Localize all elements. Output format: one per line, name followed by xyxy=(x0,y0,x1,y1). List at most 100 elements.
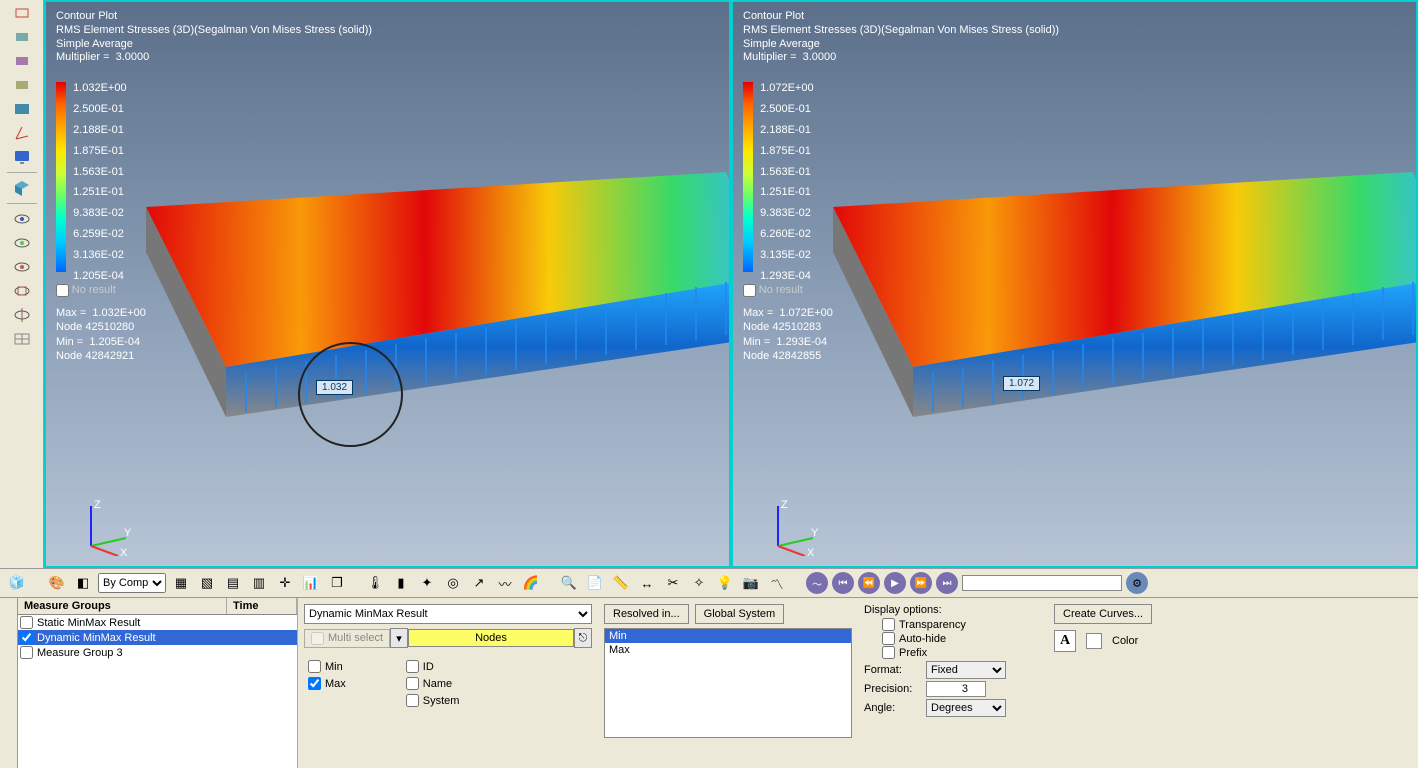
section-icon[interactable]: ✂ xyxy=(662,572,684,594)
axis-triad: Z Y X xyxy=(763,496,823,556)
light-icon[interactable]: 💡 xyxy=(714,572,736,594)
transparency-checkbox[interactable]: Transparency xyxy=(882,618,1042,631)
style-1-icon[interactable]: ▦ xyxy=(170,572,192,594)
mg-checkbox[interactable] xyxy=(20,646,33,659)
id-checkbox[interactable]: ID xyxy=(406,658,460,675)
chart-icon[interactable]: 📊 xyxy=(300,572,322,594)
angle-select[interactable]: Degrees xyxy=(926,699,1006,717)
result-toolbar: 🧊 🎨 ◧ By Comp ▦ ▧ ▤ ▥ ✛ 📊 ❐ 🌡 ▮ ✦ ◎ ↗ 〰 … xyxy=(0,568,1418,598)
overlay-header: Contour Plot RMS Element Stresses (3D)(S… xyxy=(743,10,1059,65)
eye-section-icon[interactable] xyxy=(9,304,35,326)
viewports-container: 1.032 Contour Plot RMS Element Stresses … xyxy=(44,0,1418,568)
list-item[interactable]: Max xyxy=(605,643,851,657)
color-swatch[interactable] xyxy=(1086,633,1102,649)
cube-icon[interactable]: ◧ xyxy=(72,572,94,594)
monitor-icon[interactable] xyxy=(9,146,35,168)
plane-xz-icon[interactable] xyxy=(9,74,35,96)
mg-checkbox[interactable] xyxy=(20,616,33,629)
mesh-fine-icon[interactable] xyxy=(9,328,35,350)
measure-groups-header[interactable]: Measure Groups xyxy=(18,598,227,614)
measure-group-item[interactable]: Dynamic MinMax Result xyxy=(18,630,297,645)
anim-rewind-button[interactable]: ⏪ xyxy=(858,572,880,594)
svg-text:Z: Z xyxy=(781,499,788,511)
prefix-checkbox[interactable]: Prefix xyxy=(882,646,1042,659)
pin-button[interactable]: ⎋ xyxy=(574,628,592,648)
cube-multi-icon[interactable]: 🧊 xyxy=(6,572,28,594)
anim-slider[interactable] xyxy=(962,575,1122,591)
eye-3-icon[interactable] xyxy=(9,256,35,278)
svg-text:Y: Y xyxy=(124,527,132,539)
measure-type-select[interactable]: Dynamic MinMax Result xyxy=(304,604,592,624)
create-curves-button[interactable]: Create Curves... xyxy=(1054,604,1152,624)
plane-xy-icon[interactable] xyxy=(9,26,35,48)
note-icon[interactable]: 📄 xyxy=(584,572,606,594)
list-item[interactable]: Min xyxy=(605,629,851,643)
style-2-icon[interactable]: ▧ xyxy=(196,572,218,594)
max-value-callout[interactable]: 1.072 xyxy=(1003,376,1040,391)
eye-clip-icon[interactable] xyxy=(9,280,35,302)
viewport-left[interactable]: 1.032 Contour Plot RMS Element Stresses … xyxy=(44,0,731,568)
deform-icon[interactable]: 〰 xyxy=(494,572,516,594)
anim-first-button[interactable]: ⏮ xyxy=(832,572,854,594)
camera-icon[interactable]: 📷 xyxy=(740,572,762,594)
no-result-checkbox[interactable] xyxy=(56,284,69,297)
style-4-icon[interactable]: ▥ xyxy=(248,572,270,594)
iso-icon[interactable]: ◎ xyxy=(442,572,464,594)
system-checkbox[interactable]: System xyxy=(406,692,460,709)
max-value-callout[interactable]: 1.032 xyxy=(316,380,353,395)
eye-1-icon[interactable] xyxy=(9,208,35,230)
format-select[interactable]: Fixed xyxy=(926,661,1006,679)
measure-group-item[interactable]: Static MinMax Result xyxy=(18,615,297,630)
name-checkbox[interactable]: Name xyxy=(406,675,460,692)
font-button[interactable]: A xyxy=(1054,630,1076,652)
query-icon[interactable]: 🔍 xyxy=(558,572,580,594)
anim-last-button[interactable]: ⏭ xyxy=(936,572,958,594)
ruler-icon[interactable]: 📏 xyxy=(610,572,632,594)
plane-yz-icon[interactable] xyxy=(9,50,35,72)
curve-icon[interactable]: 〽 xyxy=(766,572,788,594)
axis-icon[interactable]: ✛ xyxy=(274,572,296,594)
svg-text:X: X xyxy=(807,547,815,556)
contour-icon[interactable]: 🌡 xyxy=(364,572,386,594)
no-result-checkbox[interactable] xyxy=(743,284,756,297)
axis-triad: Z Y X xyxy=(76,496,136,556)
multi-select-toggle[interactable]: Multi select xyxy=(304,629,390,648)
style-3-icon[interactable]: ▤ xyxy=(222,572,244,594)
minmax-listbox[interactable]: Min Max xyxy=(604,628,852,738)
anim-play-button[interactable]: ▶ xyxy=(884,572,906,594)
color-wheel-icon[interactable]: 🎨 xyxy=(46,572,68,594)
box-shaded-icon[interactable] xyxy=(9,98,35,120)
triad-icon[interactable] xyxy=(9,122,35,144)
curves-column: Create Curves... A Color xyxy=(1048,598,1418,768)
entity-type-label[interactable]: Nodes xyxy=(408,629,574,647)
precision-input[interactable] xyxy=(926,681,986,697)
layers-icon[interactable]: ❐ xyxy=(326,572,348,594)
tensor-icon[interactable]: ✦ xyxy=(416,572,438,594)
vec-icon[interactable]: ↗ xyxy=(468,572,490,594)
time-header[interactable]: Time xyxy=(227,598,297,614)
color-by-select[interactable]: By Comp xyxy=(98,573,166,593)
measure-group-item[interactable]: Measure Group 3 xyxy=(18,645,297,660)
svg-text:Y: Y xyxy=(811,527,819,539)
autohide-checkbox[interactable]: Auto-hide xyxy=(882,632,1042,645)
entity-dropdown[interactable]: ▾ xyxy=(390,628,408,648)
anim-wave-icon[interactable]: 〜 xyxy=(806,572,828,594)
viewport-right[interactable]: 1.072 Contour Plot RMS Element Stresses … xyxy=(731,0,1418,568)
iso-view-icon[interactable] xyxy=(9,2,35,24)
resolved-in-button[interactable]: Resolved in... xyxy=(604,604,689,624)
global-system-button[interactable]: Global System xyxy=(695,604,785,624)
anim-settings-icon[interactable]: ⚙ xyxy=(1126,572,1148,594)
cube-blue-icon[interactable] xyxy=(9,177,35,199)
min-checkbox[interactable]: Min xyxy=(308,658,346,675)
panel-tab[interactable] xyxy=(0,598,18,768)
explode-icon[interactable]: ✧ xyxy=(688,572,710,594)
max-checkbox[interactable]: Max xyxy=(308,675,346,692)
eye-2-icon[interactable] xyxy=(9,232,35,254)
measure-icon[interactable]: ↔ xyxy=(636,572,658,594)
measure-config-column: Dynamic MinMax Result Multi select ▾ Nod… xyxy=(298,598,598,768)
spectrum-icon[interactable]: 🌈 xyxy=(520,572,542,594)
anim-forward-button[interactable]: ⏩ xyxy=(910,572,932,594)
bars-icon[interactable]: ▮ xyxy=(390,572,412,594)
left-vertical-toolbar xyxy=(0,0,44,568)
mg-checkbox[interactable] xyxy=(20,631,33,644)
